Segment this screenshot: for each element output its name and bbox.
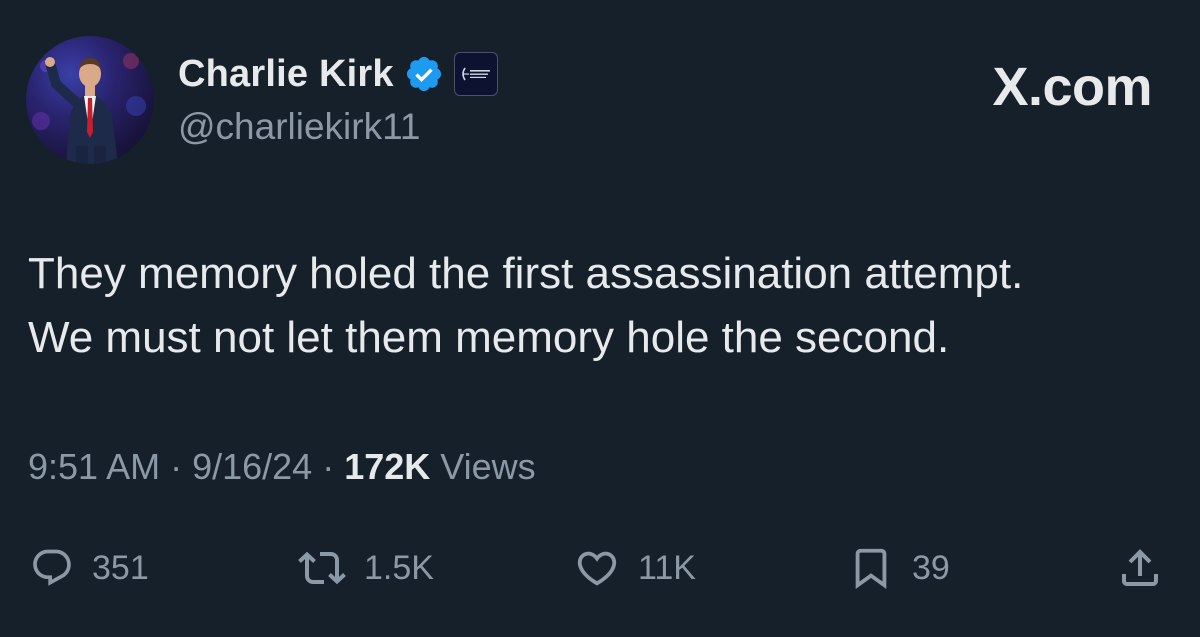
tweet-card: Charlie Kirk @charliekirk11 X.com They m… [0,0,1200,637]
verified-badge-icon[interactable] [404,54,444,94]
tweet-meta: 9:51 AM · 9/16/24 · 172K Views [28,446,536,488]
like-button[interactable]: 11K [574,536,696,600]
repost-icon [298,551,346,585]
author-name-row: Charlie Kirk [178,50,498,98]
bookmark-button[interactable]: 39 [848,536,950,600]
bookmark-icon [855,548,887,589]
views-label[interactable]: Views [440,446,535,488]
author-handle[interactable]: @charliekirk11 [178,106,421,148]
site-label: X.com [992,57,1152,117]
repost-count: 1.5K [364,548,434,587]
meta-separator: · [322,446,335,487]
share-button[interactable] [1116,536,1164,600]
avatar[interactable] [26,36,154,164]
action-bar: 351 1.5K 11K 39 [0,536,1200,600]
reply-count: 351 [92,548,149,587]
reply-button[interactable]: 351 [30,536,149,600]
tweet-time[interactable]: 9:51 AM [28,446,160,488]
org-affiliation-badge[interactable] [453,52,498,96]
share-icon [1122,549,1158,586]
repost-button[interactable]: 1.5K [298,536,434,600]
views-count[interactable]: 172K [344,446,430,488]
meta-separator: · [170,446,183,487]
like-icon [577,551,617,586]
tweet-date[interactable]: 9/16/24 [192,446,312,488]
avatar-photo [32,53,146,164]
reply-icon [33,549,71,586]
turning-point-logo-icon [461,67,490,81]
like-count: 11K [638,548,696,587]
tweet-text: They memory holed the first assassinatio… [28,249,1024,362]
display-name[interactable]: Charlie Kirk [178,53,394,96]
bookmark-count: 39 [912,548,950,587]
